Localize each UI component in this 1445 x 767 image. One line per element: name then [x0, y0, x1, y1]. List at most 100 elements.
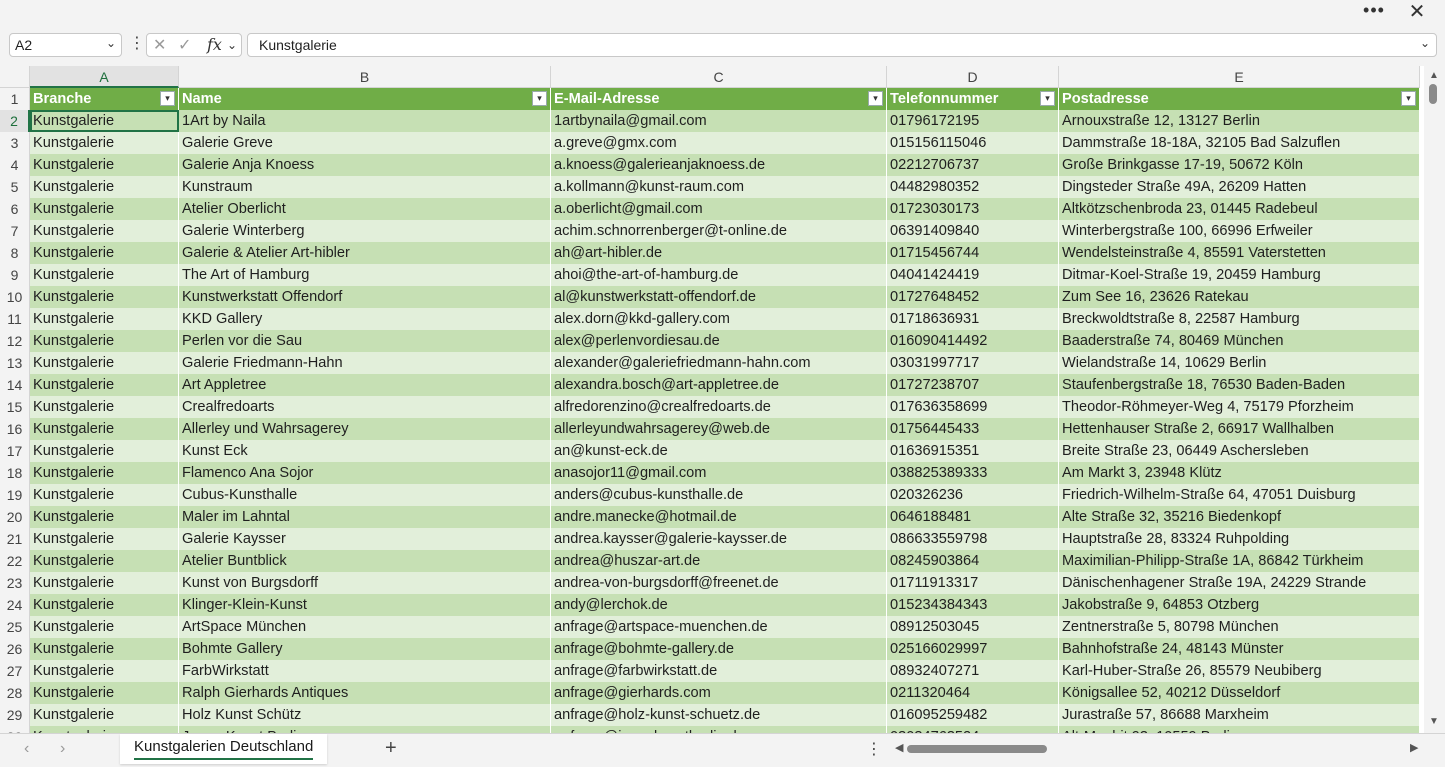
grid-cell[interactable]: anasojor11@gmail.com: [551, 462, 887, 484]
grid-cell[interactable]: Zum See 16, 23626 Ratekau: [1059, 286, 1420, 308]
grid-cell[interactable]: Ditmar-Koel-Straße 19, 20459 Hamburg: [1059, 264, 1420, 286]
grid-cell[interactable]: 025166029997: [887, 638, 1059, 660]
row-header[interactable]: 30: [0, 726, 30, 733]
grid-cell[interactable]: alfredorenzino@crealfredoarts.de: [551, 396, 887, 418]
grid-cell[interactable]: 015156115046: [887, 132, 1059, 154]
expand-formula-icon[interactable]: ⌄: [1420, 36, 1430, 50]
grid-cell[interactable]: Friedrich-Wilhelm-Straße 64, 47051 Duisb…: [1059, 484, 1420, 506]
grid-cell[interactable]: Maximilian-Philipp-Straße 1A, 86842 Türk…: [1059, 550, 1420, 572]
grid-cell[interactable]: Kunstgalerie: [30, 286, 179, 308]
grid-cell[interactable]: Kunstgalerie: [30, 660, 179, 682]
grid-cell[interactable]: anfrage@gierhards.com: [551, 682, 887, 704]
column-header-d[interactable]: D: [887, 66, 1059, 88]
grid-cell[interactable]: Theodor-Röhmeyer-Weg 4, 75179 Pforzheim: [1059, 396, 1420, 418]
grid-cell[interactable]: Kunstgalerie: [30, 264, 179, 286]
horizontal-scroll-thumb[interactable]: [907, 745, 1047, 753]
grid-cell[interactable]: al@kunstwerkstatt-offendorf.de: [551, 286, 887, 308]
grid-cell[interactable]: Kunstgalerie: [30, 594, 179, 616]
name-box-value[interactable]: A2: [15, 37, 32, 53]
row-header[interactable]: 19: [0, 484, 30, 506]
column-header-e[interactable]: E: [1059, 66, 1420, 88]
grid-cell[interactable]: ahoi@the-art-of-hamburg.de: [551, 264, 887, 286]
grid-cell[interactable]: andrea@huszar-art.de: [551, 550, 887, 572]
grid-cell[interactable]: Winterbergstraße 100, 66996 Erfweiler: [1059, 220, 1420, 242]
row-header[interactable]: 3: [0, 132, 30, 154]
grid-cell[interactable]: 08245903864: [887, 550, 1059, 572]
row-header[interactable]: 2: [0, 110, 30, 132]
grid-cell[interactable]: Kunstgalerie: [30, 352, 179, 374]
grid-cell[interactable]: Kunstgalerie: [30, 528, 179, 550]
grid-cell[interactable]: a.knoess@galerieanjaknoess.de: [551, 154, 887, 176]
column-header-b[interactable]: B: [179, 66, 551, 88]
grid-cell[interactable]: ArtSpace München: [179, 616, 551, 638]
row-header[interactable]: 8: [0, 242, 30, 264]
grid-cell[interactable]: andre.manecke@hotmail.de: [551, 506, 887, 528]
grid-cell[interactable]: 0211320464: [887, 682, 1059, 704]
grid-cell[interactable]: Breckwoldtstraße 8, 22587 Hamburg: [1059, 308, 1420, 330]
grid-cell[interactable]: Wendelsteinstraße 4, 85591 Vaterstetten: [1059, 242, 1420, 264]
header-cell[interactable]: Name ▾: [179, 88, 551, 110]
grid-cell[interactable]: Große Brinkgasse 17-19, 50672 Köln: [1059, 154, 1420, 176]
grid-cell[interactable]: Königsallee 52, 40212 Düsseldorf: [1059, 682, 1420, 704]
grid-cell[interactable]: Hettenhauser Straße 2, 66917 Wallhalben: [1059, 418, 1420, 440]
grid-cell[interactable]: Holz Kunst Schütz: [179, 704, 551, 726]
grid-cell[interactable]: Atelier Oberlicht: [179, 198, 551, 220]
row-header[interactable]: 13: [0, 352, 30, 374]
grid-cell[interactable]: Zentnerstraße 5, 80798 München: [1059, 616, 1420, 638]
grid-cell[interactable]: Alte Straße 32, 35216 Biedenkopf: [1059, 506, 1420, 528]
insert-function-icon[interactable]: fx: [207, 35, 222, 54]
grid-cell[interactable]: 0646188481: [887, 506, 1059, 528]
grid-cell[interactable]: Kunstgalerie: [30, 616, 179, 638]
grid-cell[interactable]: Kunstgalerie: [30, 418, 179, 440]
grid-cell[interactable]: andrea.kaysser@galerie-kaysser.de: [551, 528, 887, 550]
more-vertical-icon[interactable]: ⋮: [866, 739, 882, 759]
row-header[interactable]: 16: [0, 418, 30, 440]
row-header[interactable]: 7: [0, 220, 30, 242]
cancel-icon[interactable]: ✕: [153, 35, 166, 55]
grid-cell[interactable]: Galerie & Atelier Art-hibler: [179, 242, 551, 264]
grid-cell[interactable]: achim.schnorrenberger@t-online.de: [551, 220, 887, 242]
formula-input[interactable]: Kunstgalerie ⌄: [247, 33, 1437, 57]
header-cell[interactable]: Branche ▾: [30, 88, 179, 110]
chevron-right-icon[interactable]: ›: [60, 740, 65, 758]
row-header[interactable]: 27: [0, 660, 30, 682]
grid-cell[interactable]: Kunstgalerie: [30, 550, 179, 572]
grid-cell[interactable]: 01796172195: [887, 110, 1059, 132]
grid-cell[interactable]: Kunstgalerie: [30, 704, 179, 726]
grid-cell[interactable]: Maler im Lahntal: [179, 506, 551, 528]
spreadsheet-grid[interactable]: A B C D E 1 Branche ▾ Name ▾ E-Mail-Adresse ▾ Telefo…: [0, 66, 1445, 733]
header-cell[interactable]: Telefonnummer ▾: [887, 88, 1059, 110]
grid-cell[interactable]: Galerie Friedmann-Hahn: [179, 352, 551, 374]
row-header[interactable]: 23: [0, 572, 30, 594]
filter-dropdown-icon[interactable]: ▾: [1040, 91, 1055, 106]
grid-cell[interactable]: Kunstgalerie: [30, 682, 179, 704]
grid-cell[interactable]: Bohmte Gallery: [179, 638, 551, 660]
grid-cell[interactable]: Kunstraum: [179, 176, 551, 198]
grid-cell[interactable]: Allerley und Wahrsagerey: [179, 418, 551, 440]
grid-cell[interactable]: anfrage@bohmte-gallery.de: [551, 638, 887, 660]
name-box[interactable]: A2 ⌄: [9, 33, 122, 57]
grid-cell[interactable]: Ralph Gierhards Antiques: [179, 682, 551, 704]
grid-cell[interactable]: 04041424419: [887, 264, 1059, 286]
grid-cell[interactable]: 01723030173: [887, 198, 1059, 220]
grid-cell[interactable]: 01715456744: [887, 242, 1059, 264]
grid-cell[interactable]: Arnouxstraße 12, 13127 Berlin: [1059, 110, 1420, 132]
grid-cell[interactable]: Kunstgalerie: [30, 462, 179, 484]
grid-cell[interactable]: Cubus-Kunsthalle: [179, 484, 551, 506]
more-vertical-icon[interactable]: ⋮: [129, 33, 145, 57]
grid-cell[interactable]: Kunstgalerie: [30, 374, 179, 396]
grid-cell[interactable]: Kunstgalerie: [30, 220, 179, 242]
chevron-left-icon[interactable]: ‹: [24, 740, 29, 758]
grid-cell[interactable]: Staufenbergstraße 18, 76530 Baden-Baden: [1059, 374, 1420, 396]
grid-cell[interactable]: Art Appletree: [179, 374, 551, 396]
grid-cell[interactable]: Wielandstraße 14, 10629 Berlin: [1059, 352, 1420, 374]
grid-cell[interactable]: an@kunst-eck.de: [551, 440, 887, 462]
grid-cell[interactable]: Kunstgalerie: [30, 110, 179, 132]
grid-cell[interactable]: andrea-von-burgsdorff@freenet.de: [551, 572, 887, 594]
grid-cell[interactable]: 08912503045: [887, 616, 1059, 638]
grid-cell[interactable]: anfrage@jungekunstberlin.de: [551, 726, 887, 733]
sheet-tab[interactable]: Kunstgalerien Deutschland: [120, 734, 328, 764]
grid-cell[interactable]: 086633559798: [887, 528, 1059, 550]
grid-cell[interactable]: 020326236: [887, 484, 1059, 506]
grid-cell[interactable]: FarbWirkstatt: [179, 660, 551, 682]
